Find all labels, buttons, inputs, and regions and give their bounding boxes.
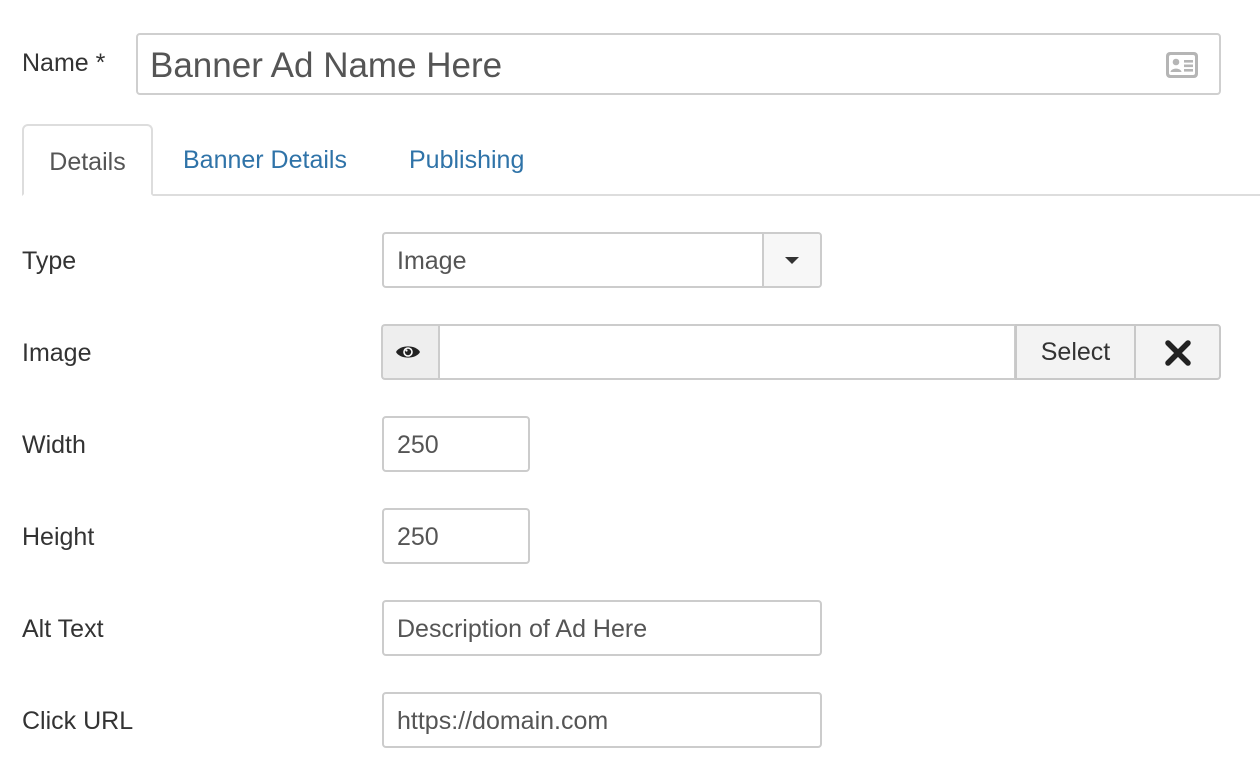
click-url-input-value: https://domain.com bbox=[397, 707, 609, 735]
width-label: Width bbox=[22, 431, 86, 459]
name-input-value: Banner Ad Name Here bbox=[150, 46, 503, 85]
image-preview-button[interactable] bbox=[381, 324, 439, 380]
width-input-value: 250 bbox=[397, 431, 439, 459]
close-icon bbox=[1165, 340, 1191, 366]
type-select[interactable]: Image bbox=[382, 232, 822, 288]
image-path-input[interactable] bbox=[438, 324, 1016, 380]
image-field-group: Select bbox=[381, 324, 1221, 380]
alt-text-input-value: Description of Ad Here bbox=[397, 615, 648, 643]
height-label: Height bbox=[22, 523, 95, 551]
name-input[interactable]: Banner Ad Name Here bbox=[136, 33, 1221, 95]
alt-text-label: Alt Text bbox=[22, 615, 104, 643]
contact-card-icon bbox=[1165, 51, 1199, 79]
type-label: Type bbox=[22, 247, 77, 275]
type-select-value: Image bbox=[397, 247, 467, 275]
tab-publishing[interactable]: Publishing bbox=[409, 124, 524, 196]
height-input-value: 250 bbox=[397, 523, 439, 551]
image-label: Image bbox=[22, 339, 92, 367]
alt-text-input[interactable]: Description of Ad Here bbox=[382, 600, 822, 656]
tab-details[interactable]: Details bbox=[22, 124, 153, 196]
tab-banner-details[interactable]: Banner Details bbox=[183, 124, 347, 196]
caret-down-icon bbox=[785, 257, 799, 264]
height-input[interactable]: 250 bbox=[382, 508, 530, 564]
name-label: Name * bbox=[22, 49, 106, 77]
type-select-toggle[interactable] bbox=[762, 234, 820, 286]
image-clear-button[interactable] bbox=[1134, 324, 1221, 380]
click-url-input[interactable]: https://domain.com bbox=[382, 692, 822, 748]
width-input[interactable]: 250 bbox=[382, 416, 530, 472]
click-url-label: Click URL bbox=[22, 707, 134, 735]
image-select-button[interactable]: Select bbox=[1015, 324, 1136, 380]
eye-icon bbox=[396, 346, 420, 358]
